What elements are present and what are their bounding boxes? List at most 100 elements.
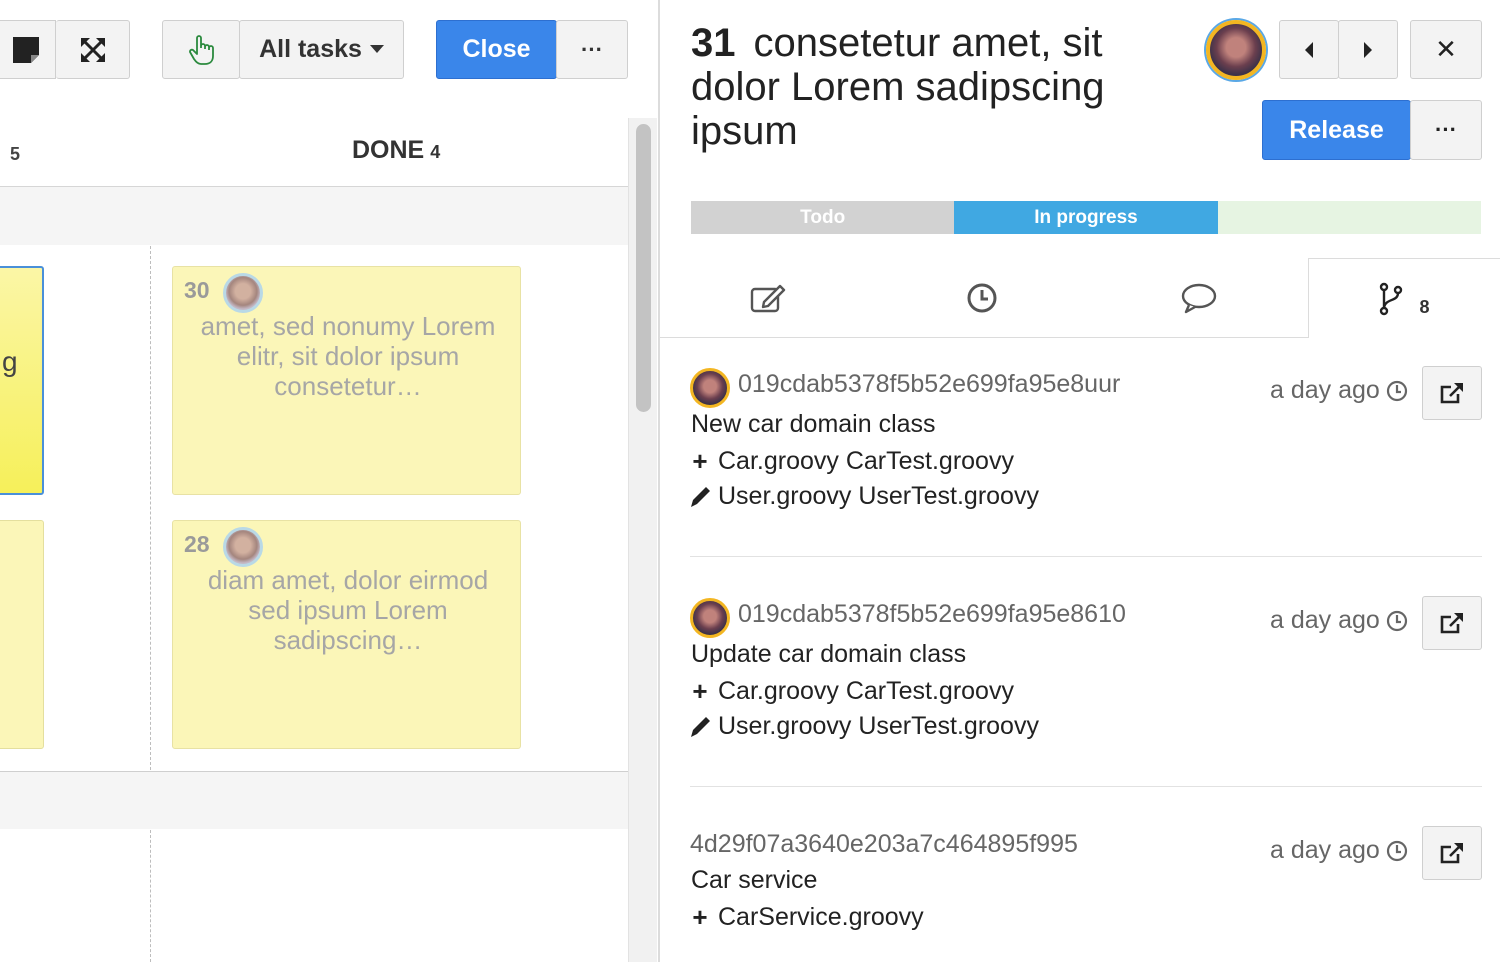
commit-time: a day ago: [1270, 836, 1408, 865]
fullscreen-button[interactable]: [56, 20, 130, 79]
close-panel-button[interactable]: ✕: [1410, 20, 1482, 79]
external-link-icon: [1440, 843, 1463, 864]
plus-icon: +: [692, 902, 708, 932]
task-title: 31 consetetur amet, sit dolor Lorem sadip…: [691, 21, 1151, 153]
card-title: diam amet, dolor eirmod sed ipsum Lorem …: [207, 565, 489, 655]
pencil-icon: [691, 486, 710, 507]
clock-icon: [1386, 610, 1407, 631]
task-detail-panel: 31 consetetur amet, sit dolor Lorem sadip…: [660, 0, 1500, 962]
state-done[interactable]: [1217, 201, 1481, 234]
branch-icon: [1380, 282, 1403, 315]
commit-message: New car domain class: [691, 410, 936, 438]
tab-details[interactable]: [660, 258, 875, 338]
commit-hash[interactable]: 019cdab5378f5b52e699fa95e8610: [738, 600, 1126, 629]
pencil-icon: [691, 716, 710, 737]
task-card-selected[interactable]: g: [0, 266, 44, 495]
plus-icon: +: [692, 446, 708, 476]
hand-pointer-icon: [189, 34, 214, 65]
release-button[interactable]: Release: [1262, 100, 1411, 160]
commits-count: 8: [1419, 297, 1430, 317]
tab-activity[interactable]: [875, 258, 1089, 338]
next-task-button[interactable]: [1338, 20, 1398, 79]
added-files-list: CarService.groovy: [718, 903, 924, 931]
commit-time-text: a day ago: [1270, 836, 1380, 864]
tab-commits[interactable]: 8: [1308, 258, 1500, 338]
commit-time-text: a day ago: [1270, 376, 1380, 404]
edit-icon: [750, 284, 785, 312]
clock-icon: [1386, 380, 1407, 401]
commit-message: Update car domain class: [691, 640, 967, 668]
column-count: 4: [430, 142, 441, 162]
previous-task-button[interactable]: [1279, 20, 1339, 79]
sticky-note-button[interactable]: [0, 20, 56, 79]
caret-right-icon: [1364, 41, 1372, 58]
modified-files-list: User.groovy UserTest.groovy: [718, 482, 1039, 510]
assignee-avatar[interactable]: [1206, 20, 1266, 80]
external-link-icon: [1440, 383, 1463, 404]
modified-files: User.groovy UserTest.groovy: [690, 712, 1039, 741]
commit-item: 019cdab5378f5b52e699fa95e8610 Update car…: [690, 596, 1482, 766]
tab-comments[interactable]: [1089, 258, 1308, 338]
added-files: + CarService.groovy: [690, 902, 924, 933]
open-commit-button[interactable]: [1422, 826, 1482, 880]
column-divider: [150, 830, 151, 962]
added-files: + Car.groovy CarTest.groovy: [690, 446, 1014, 477]
swimlane-header: [0, 771, 628, 829]
detail-tabs: 8: [660, 258, 1500, 338]
avatar: [690, 598, 730, 638]
card-title: amet, sed nonumy Lorem elitr, sit dolor …: [200, 311, 496, 401]
workflow-progress: Todo In progress: [691, 201, 1481, 234]
plus-icon: +: [692, 676, 708, 706]
commit-time-text: a day ago: [1270, 606, 1380, 634]
state-todo[interactable]: Todo: [691, 201, 955, 234]
task-filter-dropdown[interactable]: All tasks: [239, 20, 404, 79]
commit-time: a day ago: [1270, 376, 1408, 405]
external-link-icon: [1440, 613, 1463, 634]
task-number: 31: [691, 21, 736, 65]
avatar: [223, 527, 263, 567]
commit-hash[interactable]: 019cdab5378f5b52e699fa95e8uur: [738, 370, 1120, 399]
commit-item: 019cdab5378f5b52e699fa95e8uur New car do…: [690, 366, 1482, 536]
commit-message: Car service: [691, 866, 818, 894]
commit-hash[interactable]: 4d29f07a3640e203a7c464895f995: [690, 830, 1078, 859]
card-text-fragment: g: [2, 346, 18, 377]
open-commit-button[interactable]: [1422, 596, 1482, 650]
swimlane-header: [0, 187, 628, 245]
card-number: 30: [184, 277, 210, 303]
modified-files-list: User.groovy UserTest.groovy: [718, 712, 1039, 740]
avatar: [690, 368, 730, 408]
task-card[interactable]: [0, 520, 44, 749]
commit-item: 4d29f07a3640e203a7c464895f995 Car servic…: [690, 826, 1482, 956]
divider: [690, 786, 1482, 787]
expand-icon: [80, 37, 105, 62]
added-files-list: Car.groovy CarTest.groovy: [718, 677, 1014, 705]
caret-down-icon: [369, 44, 384, 53]
select-mode-button[interactable]: [162, 20, 240, 79]
commit-time: a day ago: [1270, 606, 1408, 635]
close-board-button[interactable]: Close: [436, 20, 557, 79]
modified-files: User.groovy UserTest.groovy: [690, 482, 1039, 511]
column-title: DONE: [352, 136, 425, 164]
clock-icon: [1386, 840, 1407, 861]
state-in-progress[interactable]: In progress: [954, 201, 1218, 234]
open-commit-button[interactable]: [1422, 366, 1482, 420]
sticky-note-icon: [13, 36, 39, 63]
task-board: All tasks Close ··· 5 DONE 4 g 30 amet, s…: [0, 0, 658, 962]
column-header-done: DONE 4: [352, 136, 440, 165]
card-number: 28: [184, 531, 210, 557]
column-count: 5: [10, 144, 21, 164]
added-files: + Car.groovy CarTest.groovy: [690, 676, 1014, 707]
task-title-text: consetetur amet, sit dolor Lorem sadipsc…: [691, 21, 1105, 153]
caret-left-icon: [1305, 41, 1313, 58]
task-filter-label: All tasks: [259, 35, 362, 63]
clock-icon: [967, 283, 997, 312]
task-more-button[interactable]: ···: [1410, 100, 1482, 160]
column-divider: [150, 246, 151, 770]
added-files-list: Car.groovy CarTest.groovy: [718, 447, 1014, 475]
board-more-button[interactable]: ···: [556, 20, 628, 79]
task-card[interactable]: 30 amet, sed nonumy Lorem elitr, sit dol…: [172, 266, 521, 495]
divider: [690, 556, 1482, 557]
scrollbar-thumb[interactable]: [636, 124, 651, 412]
task-card[interactable]: 28 diam amet, dolor eirmod sed ipsum Lor…: [172, 520, 521, 749]
comment-icon: [1181, 283, 1216, 313]
